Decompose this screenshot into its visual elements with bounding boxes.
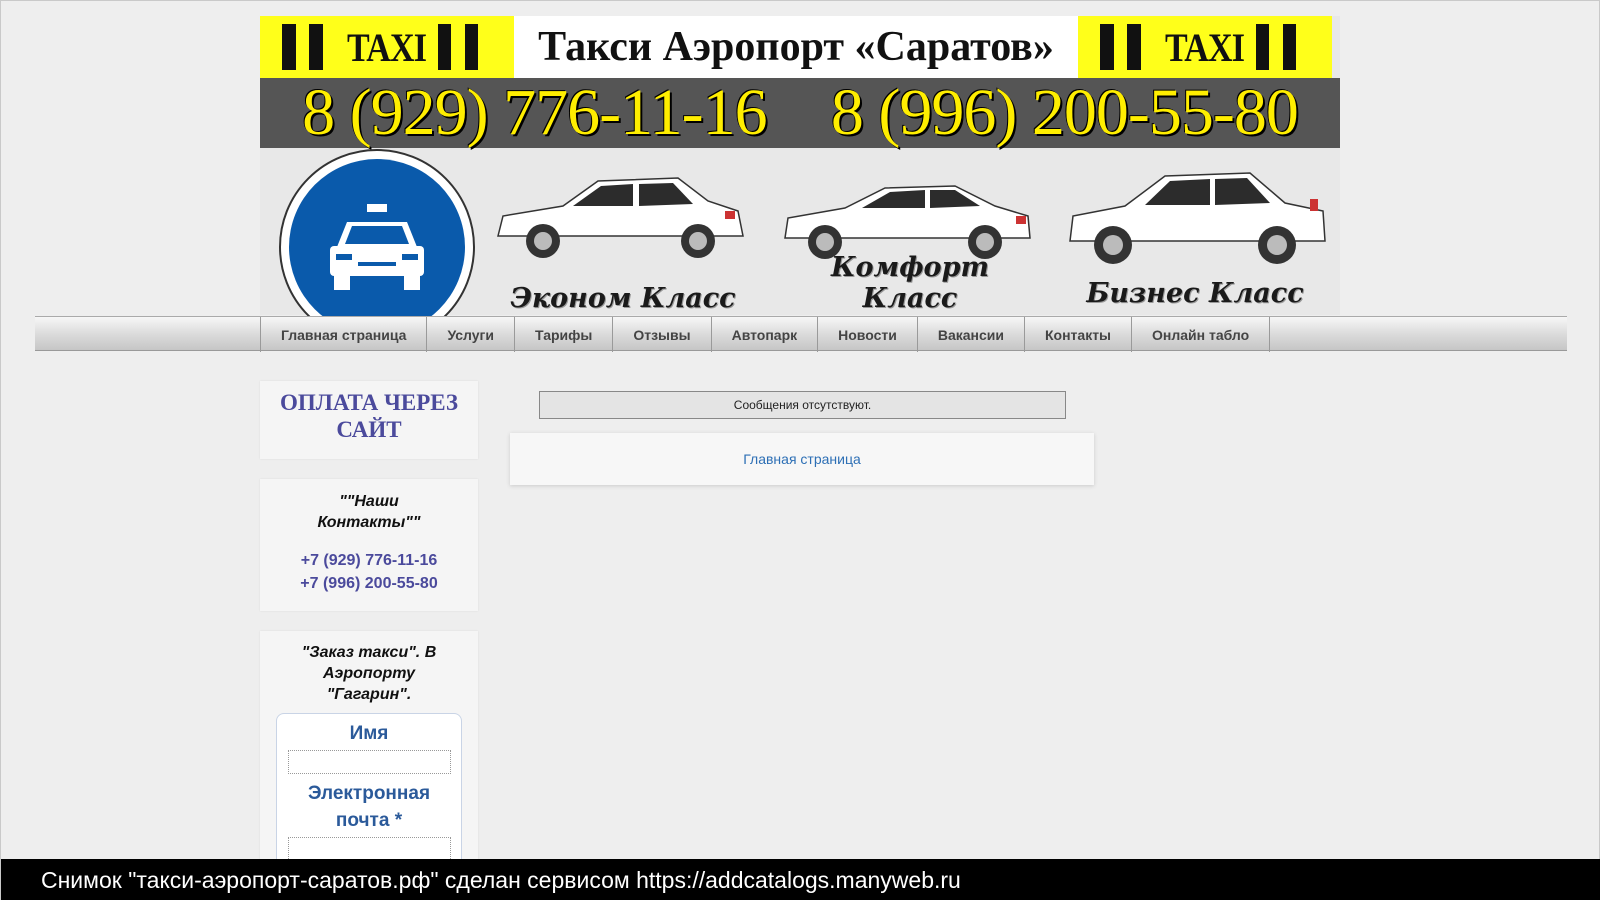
car-class-label: Комфорт Класс [830, 252, 990, 314]
email-field[interactable] [287, 837, 451, 861]
nav-item-online-board[interactable]: Онлайн табло [1131, 317, 1271, 352]
taxi-sign-left: TAXI [260, 16, 514, 78]
nav-item-news[interactable]: Новости [817, 317, 917, 352]
contact-phone-1[interactable]: +7 (929) 776-11-16 [260, 549, 478, 572]
screenshot-watermark: Снимок "такси-аэропорт-саратов.рф" сдела… [1, 859, 1600, 900]
order-form: Имя Электронная почта * [276, 713, 462, 883]
breadcrumb: Главная страница [510, 433, 1094, 485]
header-banner: TAXI Такси Аэропорт «Саратов» TAXI 8 (92… [260, 16, 1340, 318]
nav-item-reviews[interactable]: Отзывы [612, 317, 710, 352]
taxi-word: TAXI [347, 24, 427, 70]
taxi-word: TAXI [1165, 24, 1245, 70]
contacts-widget: ""Наши Контакты"" +7 (929) 776-11-16 +7 … [260, 479, 478, 611]
taxi-sign-right: TAXI [1078, 16, 1332, 78]
nav-item-vacancies[interactable]: Вакансии [916, 317, 1024, 352]
contact-phone-2[interactable]: +7 (996) 200-55-80 [260, 572, 478, 595]
order-widget: "Заказ такси". В Аэропорту "Гагарин". Им… [260, 631, 478, 883]
site-title: Такси Аэропорт «Саратов» [514, 16, 1078, 78]
email-label: Электронная почта * [307, 783, 431, 831]
contacts-title: ""Наши Контакты"" [317, 493, 421, 531]
car-business: Бизнес Класс [1065, 161, 1326, 311]
nav-item-home[interactable]: Главная страница [260, 317, 426, 352]
car-class-label: Бизнес Класс [1086, 278, 1304, 309]
checker-icon [1100, 24, 1154, 70]
order-title: "Заказ такси". В Аэропорту "Гагарин". [301, 644, 437, 703]
pay-widget: ОПЛАТА ЧЕРЕЗ САЙТ [260, 381, 478, 459]
car-icon [497, 177, 744, 258]
header-phone-1: 8 (929) 776-11-16 [302, 76, 767, 149]
header-phone-2: 8 (996) 200-55-80 [830, 76, 1299, 149]
messages-notice: Сообщения отсутствуют. [539, 391, 1066, 419]
pay-online-link[interactable]: ОПЛАТА ЧЕРЕЗ САЙТ [260, 389, 478, 443]
car-comfort: Комфорт Класс [780, 166, 1040, 316]
checker-icon [282, 24, 336, 70]
car-economy: Эконом Класс [493, 166, 753, 316]
car-icon [1069, 172, 1326, 264]
header-phones: 8 (929) 776-11-16 8 (996) 200-55-80 [260, 76, 1340, 149]
nav-item-contacts[interactable]: Контакты [1024, 317, 1131, 352]
nav-item-services[interactable]: Услуги [426, 317, 514, 352]
name-label: Имя [349, 723, 389, 744]
main-nav: Главная страница Услуги Тарифы Отзывы Ав… [35, 316, 1567, 352]
name-field[interactable] [287, 750, 451, 774]
car-class-label: Эконом Класс [510, 283, 736, 314]
nav-item-fleet[interactable]: Автопарк [710, 317, 818, 352]
checker-icon [437, 24, 492, 70]
taxi-road-sign-icon [279, 148, 475, 318]
breadcrumb-home-link[interactable]: Главная страница [743, 451, 861, 467]
car-icon [784, 185, 1031, 259]
checker-icon [1255, 24, 1310, 70]
nav-item-tariffs[interactable]: Тарифы [513, 317, 612, 352]
